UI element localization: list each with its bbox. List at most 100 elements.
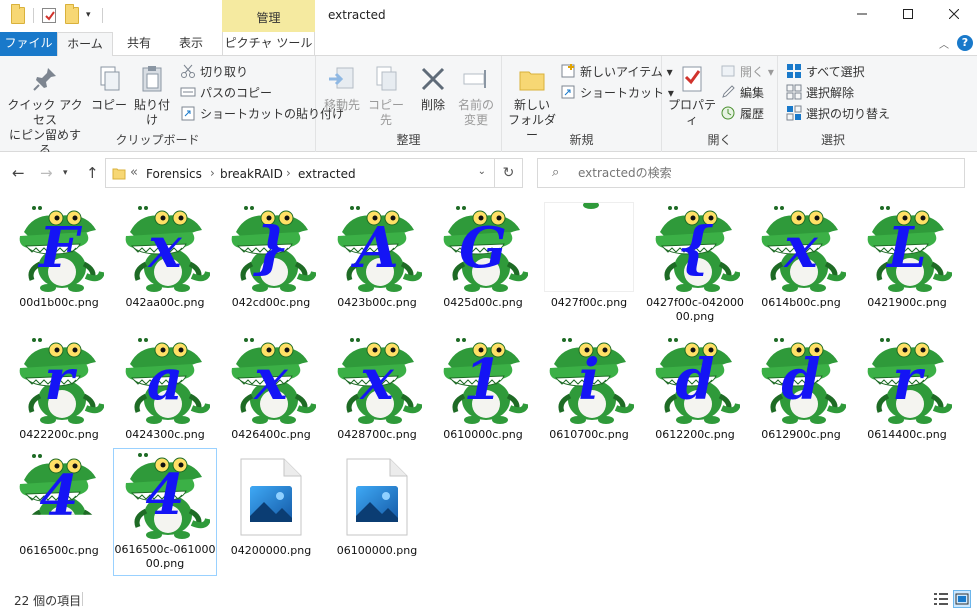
search-input[interactable] <box>578 166 938 180</box>
pin-label: クイック アクセス にピン留めする <box>7 98 83 157</box>
select-none-button[interactable]: 選択解除 <box>786 83 854 103</box>
file-item[interactable]: A 0423b00c.png <box>325 202 429 310</box>
copy-icon <box>94 64 124 94</box>
crumb-breakraid[interactable]: breakRAID <box>220 167 283 181</box>
paste-button[interactable]: 貼り付け <box>130 60 174 128</box>
file-item[interactable]: x 0426400c.png <box>219 334 323 442</box>
refresh-button[interactable]: ↻ <box>495 158 523 188</box>
easy-access-button[interactable]: ショートカット ▾ <box>560 83 674 103</box>
copy-path-label: パスのコピー <box>200 86 273 100</box>
folder-icon <box>112 166 126 180</box>
file-item[interactable]: x 0428700c.png <box>325 334 429 442</box>
scissors-icon <box>180 63 196 79</box>
copy-path-button[interactable]: パスのコピー <box>180 83 272 103</box>
image-glyph: r <box>44 347 74 413</box>
crumb-separator-icon[interactable]: › <box>286 166 291 180</box>
file-item[interactable]: 1 0610000c.png <box>431 334 535 442</box>
rename-button[interactable]: 名前の 変更 <box>454 60 498 128</box>
crumb-separator-icon[interactable]: › <box>210 166 215 180</box>
file-item[interactable]: r 0422200c.png <box>7 334 111 442</box>
file-item[interactable]: x 0614b00c.png <box>749 202 853 310</box>
tab-share[interactable]: 共有 <box>113 32 165 56</box>
crumb-forensics[interactable]: Forensics <box>146 167 202 181</box>
back-button[interactable]: ← <box>12 164 25 182</box>
qat-separator <box>102 8 103 23</box>
image-glyph: x <box>784 215 818 281</box>
address-bar[interactable]: « Forensics › breakRAID › extracted ⌄ <box>105 158 495 188</box>
details-view-button[interactable] <box>933 591 949 607</box>
file-item[interactable]: } 042cd00c.png <box>219 202 323 310</box>
properties-icon[interactable] <box>42 8 56 23</box>
invert-selection-button[interactable]: 選択の切り替え <box>786 104 890 124</box>
file-thumbnail: x <box>332 334 422 424</box>
file-item[interactable]: x 042aa00c.png <box>113 202 217 310</box>
maximize-button[interactable] <box>885 0 931 32</box>
file-thumbnail: 4 <box>120 449 210 539</box>
group-organize: 移動先 コピー先 削除 名前の 変更 整理 <box>316 56 502 152</box>
file-name: 0427f00c-04200000.png <box>646 296 744 323</box>
group-clipboard: クイック アクセス にピン留めする コピー 貼り付け 切り取り パスのコピー シ… <box>0 56 344 157</box>
file-item[interactable]: d 0612200c.png <box>643 334 747 442</box>
crumb-extracted[interactable]: extracted <box>298 167 356 181</box>
large-icons-view-button[interactable] <box>953 590 971 608</box>
qat-dropdown-icon[interactable]: ▾ <box>86 10 96 20</box>
recent-locations-button[interactable]: ▾ <box>63 168 68 178</box>
file-item[interactable]: r 0614400c.png <box>855 334 959 442</box>
new-folder-icon[interactable] <box>65 4 79 24</box>
folder-icon <box>11 4 25 24</box>
tab-view[interactable]: 表示 <box>165 32 217 56</box>
file-thumbnail: i <box>544 334 634 424</box>
forward-button[interactable]: → <box>40 164 53 182</box>
image-glyph: d <box>675 347 715 413</box>
file-name: 0421900c.png <box>867 296 947 309</box>
select-all-button[interactable]: すべて選択 <box>786 62 865 82</box>
address-dropdown-icon[interactable]: ⌄ <box>478 166 486 177</box>
help-icon[interactable]: ? <box>957 35 973 51</box>
close-button[interactable] <box>931 0 977 32</box>
file-name: 0614400c.png <box>867 428 947 441</box>
file-item[interactable]: 0427f00c.png <box>537 202 641 310</box>
file-thumbnail: r <box>862 334 952 424</box>
file-item[interactable]: 4 0616500c.png <box>7 450 111 558</box>
status-bar: 22 個の項目 <box>0 588 977 612</box>
search-box[interactable]: ⌕ <box>537 158 965 188</box>
ribbon-collapse-icon[interactable]: ︿ <box>939 36 949 51</box>
invert-selection-icon <box>786 105 802 121</box>
minimize-icon <box>857 13 867 15</box>
cut-button[interactable]: 切り取り <box>180 62 248 82</box>
file-item[interactable]: a 0424300c.png <box>113 334 217 442</box>
tab-home[interactable]: ホーム <box>57 32 113 57</box>
image-glyph: G <box>459 215 507 281</box>
move-to-button[interactable]: 移動先 <box>320 60 364 113</box>
file-item[interactable]: d 0612900c.png <box>749 334 853 442</box>
file-item[interactable]: i 0610700c.png <box>537 334 641 442</box>
back-arrow-icon: ← <box>12 164 25 182</box>
file-item[interactable]: G 0425d00c.png <box>431 202 535 310</box>
file-name: 042cd00c.png <box>231 296 311 309</box>
file-item[interactable]: 4 0616500c-06100000.png <box>113 448 217 576</box>
copy-button[interactable]: コピー <box>88 60 130 113</box>
up-button[interactable]: ↑ <box>86 164 99 182</box>
image-glyph: r <box>892 347 922 413</box>
new-item-button[interactable]: 新しいアイテム ▾ <box>560 62 673 82</box>
new-item-icon <box>560 63 576 79</box>
copy-to-button[interactable]: コピー先 <box>364 60 408 128</box>
file-item[interactable]: F 00d1b00c.png <box>7 202 111 310</box>
tab-file[interactable]: ファイル <box>0 32 57 56</box>
overflow-crumb[interactable]: « <box>130 165 138 180</box>
properties-button[interactable]: プロパティ <box>666 60 718 128</box>
file-item[interactable]: 06100000.png <box>325 450 429 558</box>
qat-separator <box>33 8 34 23</box>
window-title: extracted <box>328 8 386 22</box>
open-button[interactable]: 開く ▾ <box>720 62 774 82</box>
delete-button[interactable]: 削除 <box>412 60 454 113</box>
file-item[interactable]: {0427f00c-04200000.png <box>643 202 747 324</box>
file-item[interactable]: 04200000.png <box>219 450 323 558</box>
edit-button[interactable]: 編集 <box>720 83 764 103</box>
history-button[interactable]: 履歴 <box>720 104 764 124</box>
file-item[interactable]: L 0421900c.png <box>855 202 959 310</box>
group-new: 新しい フォルダー 新しいアイテム ▾ ショートカット ▾ 新規 <box>502 56 674 152</box>
minimize-button[interactable] <box>839 0 885 32</box>
file-thumbnail: a <box>120 334 210 424</box>
tab-picture-tools[interactable]: ピクチャ ツール <box>222 32 315 56</box>
